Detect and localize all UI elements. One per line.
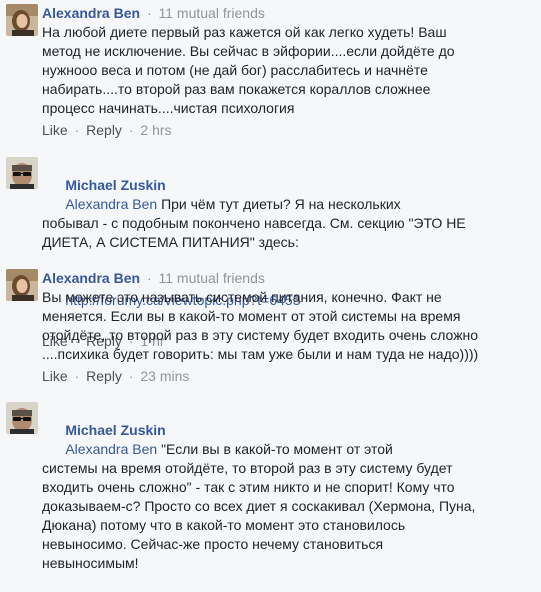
separator-dot: · [128,122,134,138]
michael-avatar-icon[interactable] [6,402,38,434]
michael-avatar-icon[interactable] [6,157,38,189]
comment-text: "Если вы в какой-то момент от этой систе… [42,441,476,571]
mutual-friends[interactable]: 11 mutual friends [159,270,265,286]
comment-author[interactable]: Michael Zuskin [65,422,165,438]
comment-text: Вы можете это называть системой питания,… [42,289,479,362]
comment-text: На любой диете первый раз кажется ой как… [42,24,455,116]
comment-author[interactable]: Alexandra Ben [42,270,140,286]
separator-dot: · [146,5,152,21]
like-button[interactable]: Like [42,368,68,384]
comment-actions: Like · Reply · 2 hrs [42,120,535,140]
timestamp[interactable]: 23 mins [140,368,189,384]
mention-link[interactable]: Alexandra Ben [65,196,157,212]
mutual-friends[interactable]: 11 mutual friends [159,5,265,21]
timestamp[interactable]: 2 hrs [140,122,171,138]
alexandra-avatar-icon[interactable] [6,269,38,301]
reply-button[interactable]: Reply [86,368,122,384]
mention-link[interactable]: Alexandra Ben [65,441,157,457]
comment-author[interactable]: Alexandra Ben [42,5,140,21]
separator-dot: · [74,368,80,384]
comment-author[interactable]: Michael Zuskin [65,177,165,193]
separator-dot: · [128,368,134,384]
like-button[interactable]: Like [42,122,68,138]
reply-button[interactable]: Reply [86,122,122,138]
separator-dot: · [74,122,80,138]
comment-actions: Like · Reply · 23 mins [42,366,535,386]
alexandra-avatar-icon[interactable] [6,4,38,36]
separator-dot: · [146,270,152,286]
